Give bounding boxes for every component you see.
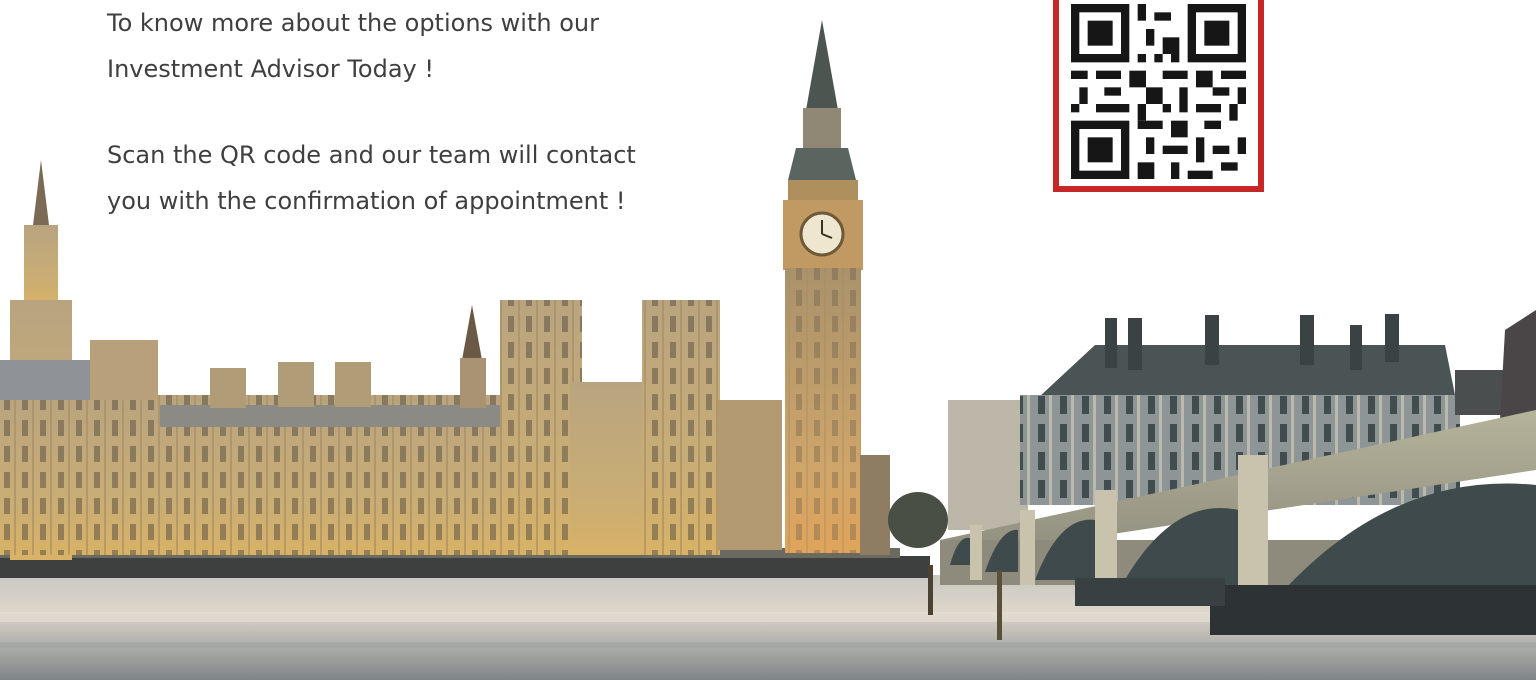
advisor-promo-page: To know more about the options with our … bbox=[0, 0, 1536, 680]
advisor-line-1: To know more about the options with our bbox=[107, 9, 599, 37]
qr-code-icon bbox=[1071, 4, 1246, 179]
qr-code-frame[interactable] bbox=[1053, 0, 1264, 192]
scan-paragraph: Scan the QR code and our team will conta… bbox=[107, 132, 727, 224]
advisor-paragraph: To know more about the options with our … bbox=[107, 0, 727, 92]
scan-line-2: you with the confirmation of appointment… bbox=[107, 187, 626, 215]
scan-line-1: Scan the QR code and our team will conta… bbox=[107, 141, 636, 169]
advisor-line-2: Investment Advisor Today ! bbox=[107, 55, 435, 83]
qr-code-container bbox=[1059, 0, 1258, 186]
promo-copy: To know more about the options with our … bbox=[107, 0, 727, 264]
